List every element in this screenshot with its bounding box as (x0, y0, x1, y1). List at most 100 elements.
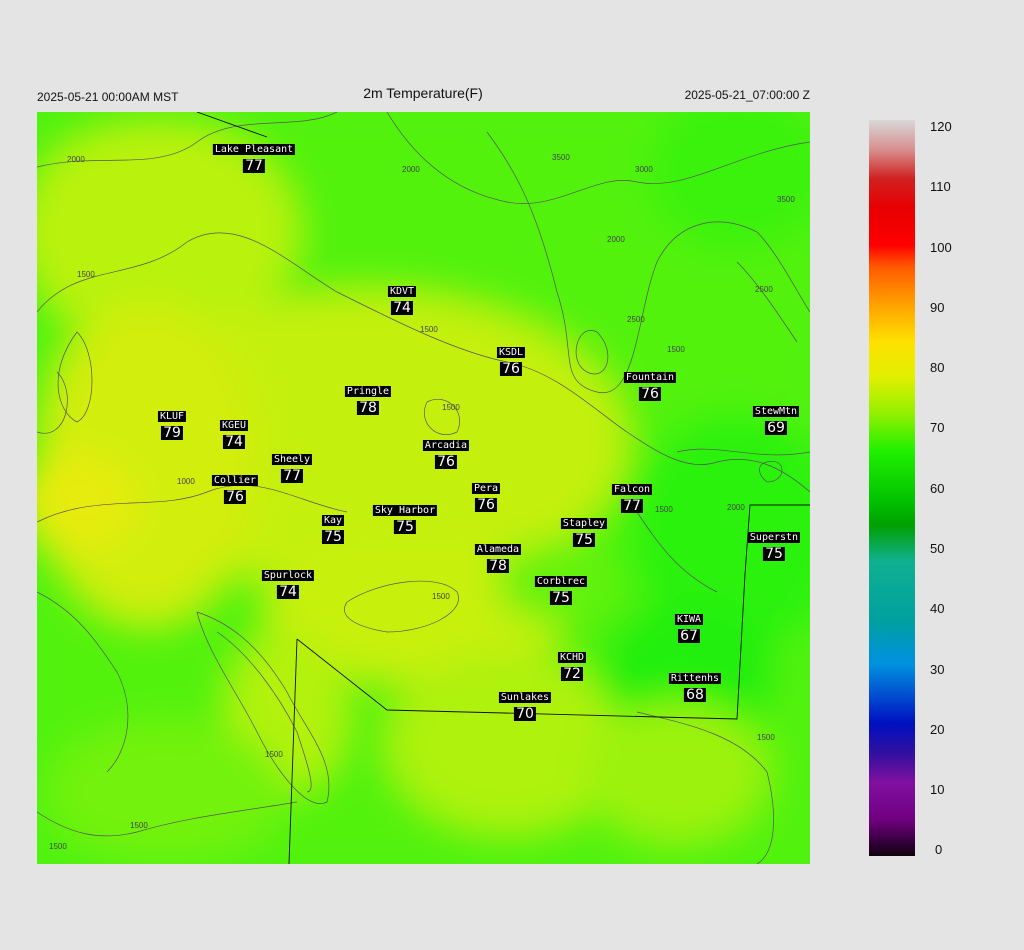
station-name: Pera (471, 483, 501, 494)
station-falcon[interactable]: Falcon 77 (611, 479, 653, 514)
colorbar-tick: 30 (930, 662, 945, 677)
station-corblrec[interactable]: Corblrec 75 (534, 571, 588, 606)
colorbar-tick: 20 (930, 722, 945, 737)
svg-text:2000: 2000 (727, 503, 745, 512)
station-temperature: 76 (475, 497, 497, 513)
station-sky-harbor[interactable]: Sky Harbor 75 (372, 500, 438, 535)
station-kay[interactable]: Kay 75 (321, 510, 345, 545)
station-temperature: 78 (357, 400, 379, 416)
colorbar-tick: 0 (935, 842, 943, 857)
station-name: StewMtn (752, 406, 800, 417)
station-temperature: 74 (391, 300, 413, 316)
colorbar-tick: 10 (930, 782, 945, 797)
svg-text:3500: 3500 (552, 153, 570, 162)
valid-time-utc: 2025-05-21_07:00:00 Z (684, 88, 810, 102)
colorbar-tick: 110 (930, 179, 951, 194)
colorbar-tick: 90 (930, 300, 945, 315)
station-kdvt[interactable]: KDVT 74 (387, 281, 417, 316)
svg-text:2000: 2000 (67, 155, 85, 164)
svg-text:1500: 1500 (420, 325, 438, 334)
station-ksdl[interactable]: KSDL 76 (496, 342, 526, 377)
station-temperature: 70 (514, 706, 536, 722)
svg-text:1500: 1500 (49, 842, 67, 851)
station-temperature: 77 (281, 468, 303, 484)
station-name: Spurlock (261, 570, 315, 581)
svg-text:1500: 1500 (667, 345, 685, 354)
station-temperature: 78 (487, 558, 509, 574)
station-kchd[interactable]: KCHD 72 (557, 647, 587, 682)
station-alameda[interactable]: Alameda 78 (474, 539, 522, 574)
colorbar-tick: 80 (930, 360, 945, 375)
svg-text:3000: 3000 (635, 165, 653, 174)
station-temperature: 79 (161, 425, 183, 441)
station-name: KLUF (157, 411, 187, 422)
station-lake-pleasant[interactable]: Lake Pleasant 77 (212, 139, 296, 173)
station-name: Rittenhs (668, 673, 722, 684)
svg-text:1500: 1500 (655, 505, 673, 514)
colorbar-tick: 50 (930, 541, 945, 556)
station-sunlakes[interactable]: Sunlakes 70 (498, 687, 552, 722)
station-temperature: 72 (561, 666, 583, 682)
station-name: Falcon (611, 484, 653, 495)
station-temperature: 74 (223, 434, 245, 450)
station-name: Sky Harbor (372, 505, 438, 516)
station-superstn[interactable]: Superstn 75 (747, 527, 801, 562)
colorbar-tick: 70 (930, 420, 945, 435)
station-temperature: 69 (765, 420, 787, 436)
station-name: Collier (211, 475, 259, 486)
svg-text:1000: 1000 (177, 477, 195, 486)
svg-text:1500: 1500 (757, 733, 775, 742)
station-name: Kay (321, 515, 345, 526)
station-name: Corblrec (534, 576, 588, 587)
colorbar-tick: 60 (930, 481, 945, 496)
station-pringle[interactable]: Pringle 78 (344, 381, 392, 416)
temperature-shading (37, 112, 810, 864)
station-name: Fountain (623, 372, 677, 383)
station-name: Arcadia (422, 440, 470, 451)
station-pera[interactable]: Pera 76 (471, 478, 501, 513)
station-sheely[interactable]: Sheely 77 (271, 449, 313, 484)
station-temperature: 76 (224, 489, 246, 505)
station-stapley[interactable]: Stapley 75 (560, 513, 608, 548)
svg-text:1500: 1500 (77, 270, 95, 279)
station-temperature: 75 (573, 532, 595, 548)
station-name: Superstn (747, 532, 801, 543)
svg-text:2000: 2000 (402, 165, 420, 174)
station-temperature: 74 (277, 584, 299, 600)
station-temperature: 75 (763, 546, 785, 562)
station-name: Lake Pleasant (212, 144, 296, 155)
station-name: Sunlakes (498, 692, 552, 703)
station-rittenhs[interactable]: Rittenhs 68 (668, 668, 722, 702)
svg-text:2000: 2000 (607, 235, 625, 244)
station-temperature: 77 (621, 498, 643, 514)
station-kgeu[interactable]: KGEU 74 (219, 415, 249, 450)
station-temperature: 75 (394, 519, 416, 535)
temperature-map: 2000 2000 3500 3000 1500 1500 2000 2500 … (37, 112, 810, 864)
station-temperature: 75 (322, 529, 344, 545)
station-name: KIWA (674, 614, 704, 625)
svg-text:2500: 2500 (755, 285, 773, 294)
station-arcadia[interactable]: Arcadia 76 (422, 435, 470, 470)
station-fountain[interactable]: Fountain 76 (623, 367, 677, 401)
station-name: KGEU (219, 420, 249, 431)
svg-text:3500: 3500 (777, 195, 795, 204)
station-kluf[interactable]: KLUF 79 (157, 406, 187, 441)
station-stewmtn[interactable]: StewMtn 69 (752, 401, 800, 436)
svg-text:1500: 1500 (130, 821, 148, 830)
station-temperature: 76 (435, 454, 457, 470)
station-temperature: 76 (500, 361, 522, 377)
temperature-colorbar (869, 120, 915, 856)
svg-text:1500: 1500 (442, 403, 460, 412)
colorbar-tick: 40 (930, 601, 945, 616)
station-temperature: 75 (550, 590, 572, 606)
station-name: Pringle (344, 386, 392, 397)
station-spurlock[interactable]: Spurlock 74 (261, 565, 315, 600)
station-temperature: 67 (678, 628, 700, 644)
station-collier[interactable]: Collier 76 (211, 470, 259, 505)
station-name: KCHD (557, 652, 587, 663)
station-name: KDVT (387, 286, 417, 297)
colorbar-tick: 120 (930, 119, 952, 134)
svg-text:1500: 1500 (432, 592, 450, 601)
colorbar-tick: 100 (930, 240, 952, 255)
station-kiwa[interactable]: KIWA 67 (674, 609, 704, 644)
